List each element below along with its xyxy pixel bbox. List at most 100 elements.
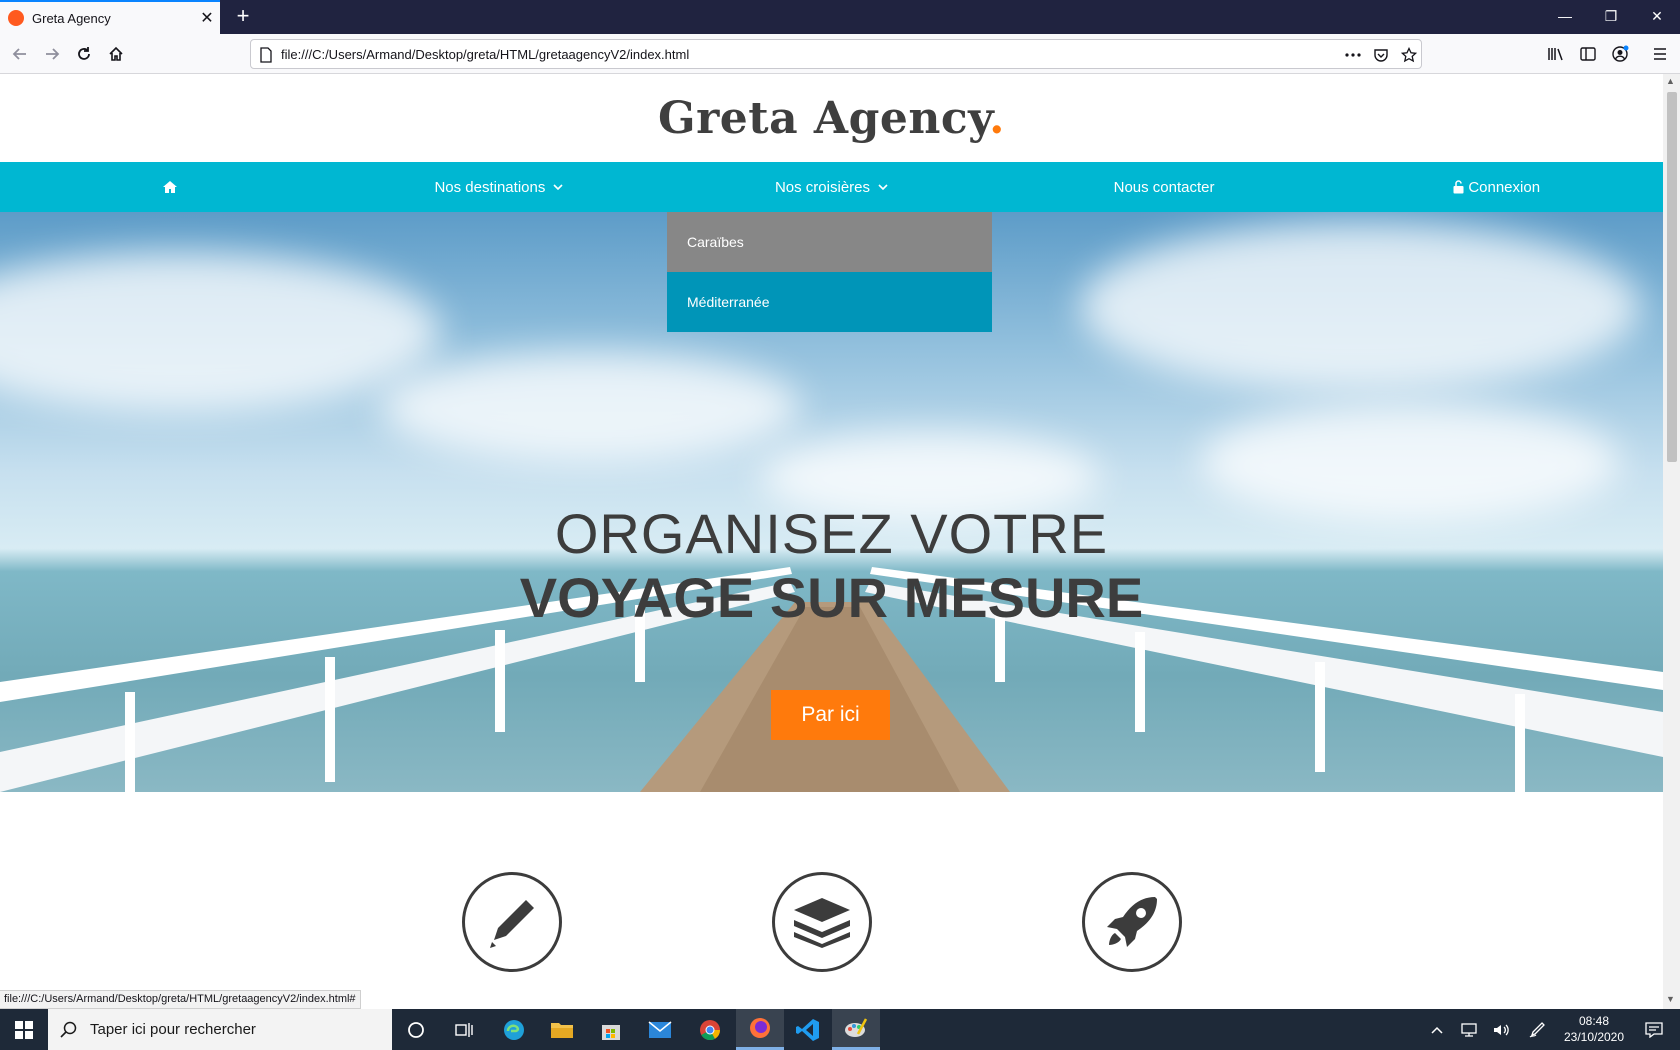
- reload-icon: [78, 47, 90, 60]
- show-hidden-icons-button[interactable]: [1424, 1009, 1450, 1050]
- store-app[interactable]: [587, 1009, 635, 1050]
- network-button[interactable]: [1456, 1009, 1482, 1050]
- dropdown-item-caraibes[interactable]: Caraïbes: [667, 212, 992, 272]
- new-tab-button[interactable]: +: [230, 4, 256, 30]
- pencil-icon: [490, 900, 534, 948]
- pocket-icon[interactable]: [1371, 45, 1391, 65]
- volume-button[interactable]: [1488, 1009, 1514, 1050]
- taskbar-clock[interactable]: 08:48 23/10/2020: [1558, 1013, 1630, 1045]
- account-icon: [1612, 45, 1629, 62]
- hero-cta-button[interactable]: Par ici: [771, 690, 890, 740]
- logo-text: Greta Agency: [658, 92, 990, 144]
- vscode-icon: [796, 1018, 819, 1041]
- hero-title: ORGANISEZ VOTRE VOYAGE SUR MESURE: [0, 502, 1663, 630]
- bookmark-star-icon[interactable]: [1399, 45, 1419, 65]
- edge-app[interactable]: [490, 1009, 538, 1050]
- chrome-icon: [700, 1019, 721, 1040]
- menu-button[interactable]: [1646, 40, 1674, 68]
- page-icon: [260, 47, 272, 63]
- back-arrow-icon: [12, 48, 26, 60]
- dropdown-item-mediterranee[interactable]: Méditerranée: [667, 272, 992, 332]
- nav-croisieres-label: Nos croisières: [774, 178, 870, 196]
- file-explorer-app[interactable]: [538, 1009, 586, 1050]
- chevron-down-icon: [553, 184, 563, 190]
- feature-pencil: [462, 872, 562, 972]
- rocket-icon: [1107, 897, 1157, 947]
- chevron-down-icon: [878, 184, 888, 190]
- network-icon: [1461, 1022, 1477, 1037]
- scroll-thumb[interactable]: [1667, 92, 1677, 462]
- pen-workspace-button[interactable]: [1524, 1009, 1550, 1050]
- vscode-app[interactable]: [784, 1009, 832, 1050]
- clock-date: 23/10/2020: [1563, 1030, 1625, 1044]
- restore-button[interactable]: ❐: [1588, 0, 1634, 34]
- nav-destinations-label: Nos destinations: [434, 178, 546, 196]
- minimize-button[interactable]: —: [1542, 0, 1588, 34]
- tab-title: Greta Agency: [32, 10, 111, 26]
- home-button[interactable]: [102, 40, 130, 68]
- layers-icon: [794, 898, 850, 948]
- scroll-up-arrow-icon[interactable]: ▲: [1666, 76, 1675, 86]
- sidebar-button[interactable]: [1574, 40, 1602, 68]
- reload-button[interactable]: [70, 40, 98, 68]
- page-actions-icon[interactable]: [1343, 45, 1363, 65]
- start-button[interactable]: [0, 1009, 48, 1050]
- nav-contact-label: Nous contacter: [1113, 178, 1215, 196]
- folder-icon: [551, 1022, 573, 1038]
- edge-icon: [504, 1019, 524, 1040]
- library-icon: [1548, 48, 1563, 61]
- notifications-button[interactable]: [1634, 1009, 1674, 1050]
- page-scrollbar[interactable]: ▲ ▼: [1663, 74, 1680, 1009]
- forward-arrow-icon: [46, 48, 60, 60]
- back-button[interactable]: [6, 40, 34, 68]
- address-bar[interactable]: file:///C:/Users/Armand/Desktop/greta/HT…: [250, 39, 1422, 69]
- task-view-button[interactable]: [440, 1009, 488, 1050]
- library-button[interactable]: [1542, 40, 1570, 68]
- hamburger-menu-icon: [1654, 48, 1666, 60]
- mail-icon: [648, 1020, 672, 1038]
- windows-logo-icon: [15, 1020, 33, 1039]
- windows-taskbar: Taper ici pour rechercher 08:48 23/10/20…: [0, 1009, 1680, 1050]
- browser-tab[interactable]: Greta Agency ✕: [0, 0, 220, 34]
- home-icon: [109, 46, 123, 61]
- clock-time: 08:48: [1578, 1014, 1610, 1028]
- cortana-circle-icon: [408, 1021, 424, 1038]
- nav-destinations[interactable]: Nos destinations: [333, 162, 666, 212]
- account-button[interactable]: [1606, 40, 1634, 68]
- nav-home[interactable]: [0, 162, 333, 212]
- firefox-icon: [750, 1018, 770, 1038]
- site-logo[interactable]: Greta Agency.: [658, 93, 1005, 144]
- forward-button[interactable]: [38, 40, 66, 68]
- tab-close-button[interactable]: ✕: [194, 8, 220, 28]
- scroll-down-arrow-icon[interactable]: ▼: [1666, 994, 1675, 1004]
- chevron-up-icon: [1431, 1026, 1443, 1034]
- url-text: file:///C:/Users/Armand/Desktop/greta/HT…: [281, 47, 690, 62]
- mail-app[interactable]: [636, 1009, 684, 1050]
- nav-connexion[interactable]: Connexion: [1330, 162, 1663, 212]
- nav-croisieres[interactable]: Nos croisières: [665, 162, 998, 212]
- chrome-app[interactable]: [686, 1009, 734, 1050]
- firefox-app[interactable]: [736, 1009, 784, 1050]
- page-viewport: Greta Agency. Nos destinations Nos crois…: [0, 74, 1663, 1009]
- search-placeholder: Taper ici pour rechercher: [90, 1021, 256, 1038]
- pen-icon: [1529, 1021, 1545, 1037]
- feature-layers: [772, 872, 872, 972]
- tab-strip: Greta Agency ✕ + — ❐ ✕: [0, 0, 1680, 34]
- cortana-button[interactable]: [392, 1009, 440, 1050]
- site-header: Greta Agency.: [0, 74, 1663, 162]
- link-status-bar: file:///C:/Users/Armand/Desktop/greta/HT…: [0, 990, 361, 1009]
- close-window-button[interactable]: ✕: [1634, 0, 1680, 34]
- notification-icon: [1645, 1021, 1663, 1038]
- browser-toolbar: file:///C:/Users/Armand/Desktop/greta/HT…: [0, 34, 1680, 74]
- taskbar-search[interactable]: Taper ici pour rechercher: [48, 1009, 392, 1050]
- paint-app[interactable]: [832, 1009, 880, 1050]
- nav-connexion-label: Connexion: [1468, 178, 1541, 196]
- speaker-icon: [1494, 1024, 1509, 1035]
- main-nav: Nos destinations Nos croisières Nous con…: [0, 162, 1663, 212]
- hero-title-line2: VOYAGE SUR MESURE: [519, 566, 1144, 629]
- hero-title-line1: ORGANISEZ VOTRE: [554, 502, 1109, 565]
- nav-contact[interactable]: Nous contacter: [998, 162, 1331, 212]
- store-bag-icon: [602, 1024, 620, 1040]
- sidebar-icon: [1580, 47, 1596, 61]
- home-icon: [163, 181, 178, 193]
